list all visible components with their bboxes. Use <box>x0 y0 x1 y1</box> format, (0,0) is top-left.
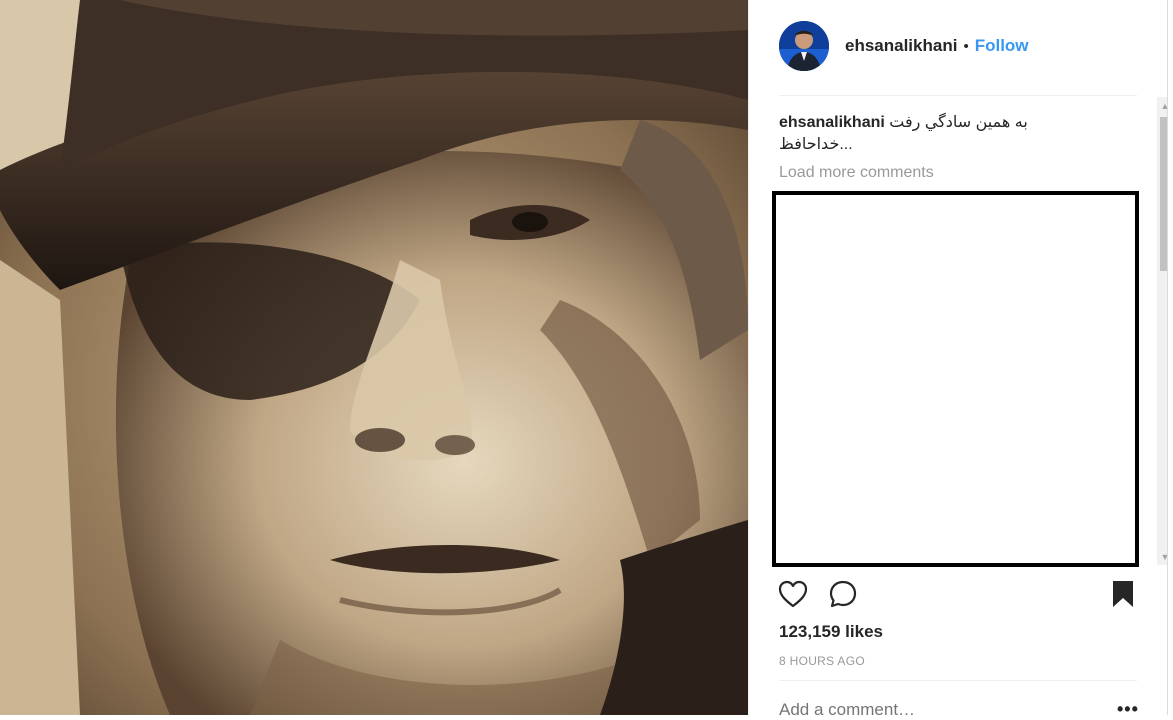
comment-divider <box>779 680 1137 681</box>
post-header: ehsanalikhani • Follow <box>779 20 1139 72</box>
comments-section: ehsanalikhani به همین سادگي رفت خداحافظ.… <box>779 112 1139 182</box>
avatar[interactable] <box>779 21 829 71</box>
post-photo[interactable] <box>0 0 748 715</box>
comment-icon[interactable] <box>827 578 859 615</box>
add-comment-input[interactable] <box>779 700 1119 720</box>
load-more-comments-button[interactable]: Load more comments <box>779 164 1139 182</box>
avatar-image <box>779 21 829 71</box>
highlighted-comment-region <box>772 191 1139 567</box>
separator-dot: • <box>963 37 969 55</box>
caption-text: به همین سادگي رفت <box>889 114 1028 131</box>
post-actions <box>777 578 1139 614</box>
sepia-portrait-image <box>0 0 748 715</box>
post-timestamp[interactable]: 8 HOURS AGO <box>779 654 865 668</box>
post-details-panel: ehsanalikhani • Follow ehsanalikhani به … <box>748 0 1173 720</box>
heart-icon[interactable] <box>777 578 809 615</box>
more-options-icon[interactable]: ••• <box>1117 699 1139 720</box>
bookmark-icon[interactable] <box>1107 578 1139 615</box>
caption-text-line2: خداحافظ... <box>779 136 853 153</box>
likes-count[interactable]: 123,159 likes <box>779 622 883 642</box>
caption-username[interactable]: ehsanalikhani <box>779 114 885 131</box>
username-link[interactable]: ehsanalikhani <box>845 36 957 56</box>
caption: ehsanalikhani به همین سادگي رفت خداحافظ.… <box>779 112 1139 156</box>
window-edge <box>1167 0 1173 715</box>
follow-button[interactable]: Follow <box>975 36 1029 56</box>
header-divider <box>779 95 1137 96</box>
